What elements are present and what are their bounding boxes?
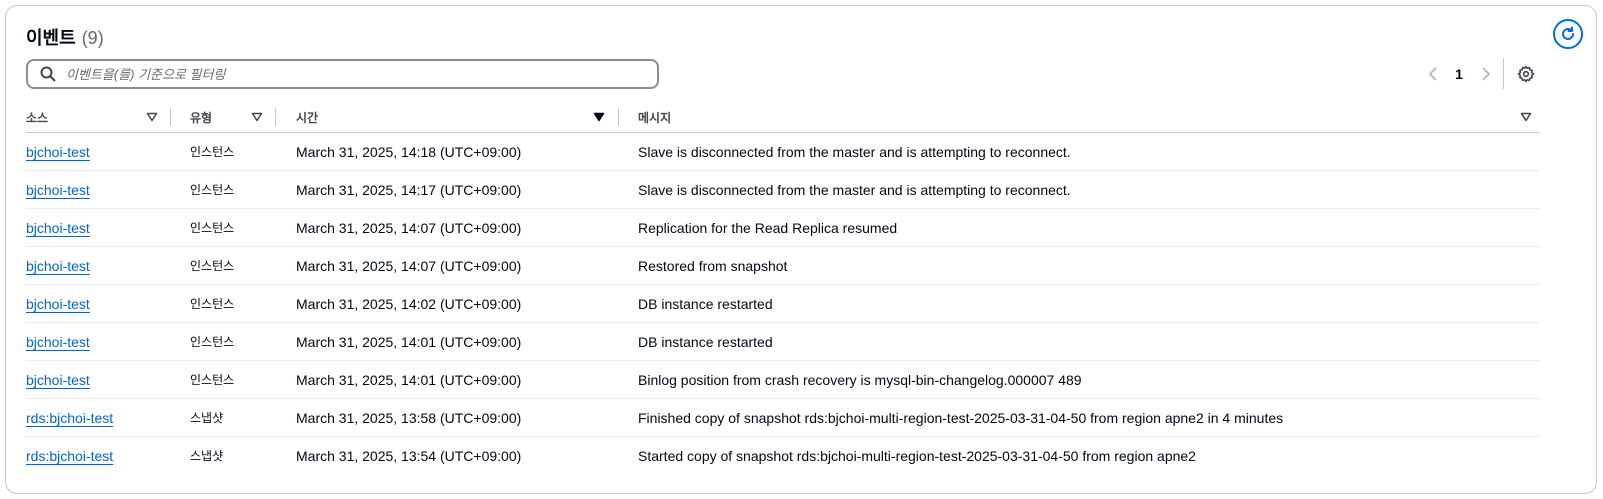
events-panel: 이벤트 (9) 1 소 [5, 5, 1597, 494]
column-header-label: 메시지 [638, 110, 672, 125]
events-table-body: bjchoi-test 인스턴스 March 31, 2025, 14:18 (… [26, 133, 1540, 474]
source-link[interactable]: bjchoi-test [26, 296, 90, 312]
type-cell: 스냅샷 [190, 411, 224, 425]
refresh-icon [1562, 26, 1574, 40]
column-header-type[interactable]: 유형 [190, 102, 212, 132]
table-header: 소스 유형 시간 메시지 [26, 102, 1540, 133]
caret-down-icon[interactable] [1520, 112, 1532, 122]
table-row: bjchoi-test 인스턴스 March 31, 2025, 14:07 (… [26, 247, 1540, 285]
time-cell: March 31, 2025, 14:07 (UTC+09:00) [296, 219, 522, 236]
caret-down-icon[interactable] [146, 112, 158, 122]
message-cell: Slave is disconnected from the master an… [638, 181, 1071, 198]
message-cell: Replication for the Read Replica resumed [638, 219, 898, 236]
column-resizer[interactable] [275, 108, 276, 126]
time-cell: March 31, 2025, 13:58 (UTC+09:00) [296, 409, 522, 426]
source-link[interactable]: rds:bjchoi-test [26, 448, 113, 464]
column-header-label: 유형 [190, 110, 213, 125]
previous-page-button[interactable] [1425, 62, 1441, 86]
type-cell: 인스턴스 [190, 221, 235, 235]
time-cell: March 31, 2025, 14:07 (UTC+09:00) [296, 257, 522, 274]
time-cell: March 31, 2025, 14:17 (UTC+09:00) [296, 181, 522, 198]
table-row: bjchoi-test 인스턴스 March 31, 2025, 14:07 (… [26, 209, 1540, 247]
type-cell: 인스턴스 [190, 183, 235, 197]
column-resizer[interactable] [618, 108, 619, 126]
source-link[interactable]: rds:bjchoi-test [26, 410, 113, 426]
table-row: rds:bjchoi-test 스냅샷 March 31, 2025, 13:5… [26, 399, 1540, 437]
source-link[interactable]: bjchoi-test [26, 144, 90, 160]
chevron-left-icon [1429, 67, 1437, 81]
table-row: bjchoi-test 인스턴스 March 31, 2025, 14:17 (… [26, 171, 1540, 209]
source-link[interactable]: bjchoi-test [26, 372, 90, 388]
source-link[interactable]: bjchoi-test [26, 182, 90, 198]
search-input[interactable] [64, 65, 657, 83]
refresh-button[interactable] [1553, 19, 1583, 49]
caret-down-icon[interactable] [251, 112, 263, 122]
type-cell: 인스턴스 [190, 373, 235, 387]
search-field[interactable] [26, 59, 659, 89]
message-cell: Restored from snapshot [638, 257, 788, 274]
column-header-message[interactable]: 메시지 [638, 102, 671, 132]
type-cell: 인스턴스 [190, 335, 235, 349]
next-page-button[interactable] [1478, 62, 1494, 86]
message-cell: Binlog position from crash recovery is m… [638, 371, 1082, 388]
pagination-divider [1503, 58, 1504, 89]
message-cell: DB instance restarted [638, 295, 773, 312]
event-count: (9) [81, 28, 104, 48]
column-resizer[interactable] [170, 108, 171, 126]
panel-title: 이벤트 [26, 28, 76, 48]
source-link[interactable]: bjchoi-test [26, 334, 90, 350]
time-cell: March 31, 2025, 13:54 (UTC+09:00) [296, 447, 522, 464]
source-link[interactable]: bjchoi-test [26, 258, 90, 274]
message-cell: Slave is disconnected from the master an… [638, 143, 1071, 160]
message-cell: Finished copy of snapshot rds:bjchoi-mul… [638, 409, 1284, 426]
table-row: rds:bjchoi-test 스냅샷 March 31, 2025, 13:5… [26, 437, 1540, 474]
page-number-button[interactable]: 1 [1449, 62, 1469, 86]
time-cell: March 31, 2025, 14:01 (UTC+09:00) [296, 333, 522, 350]
caret-down-icon[interactable] [593, 112, 605, 122]
table-row: bjchoi-test 인스턴스 March 31, 2025, 14:18 (… [26, 133, 1540, 171]
time-cell: March 31, 2025, 14:01 (UTC+09:00) [296, 371, 522, 388]
gear-icon [1517, 65, 1535, 83]
column-header-source[interactable]: 소스 [26, 102, 48, 132]
table-row: bjchoi-test 인스턴스 March 31, 2025, 14:01 (… [26, 323, 1540, 361]
search-icon [40, 66, 56, 82]
type-cell: 인스턴스 [190, 259, 235, 273]
type-cell: 스냅샷 [190, 449, 224, 463]
chevron-right-icon [1482, 67, 1490, 81]
table-row: bjchoi-test 인스턴스 March 31, 2025, 14:01 (… [26, 361, 1540, 399]
table-row: bjchoi-test 인스턴스 March 31, 2025, 14:02 (… [26, 285, 1540, 323]
type-cell: 인스턴스 [190, 145, 235, 159]
preferences-button[interactable] [1515, 63, 1537, 85]
message-cell: Started copy of snapshot rds:bjchoi-mult… [638, 447, 1196, 464]
source-link[interactable]: bjchoi-test [26, 220, 90, 236]
message-cell: DB instance restarted [638, 333, 773, 350]
type-cell: 인스턴스 [190, 297, 235, 311]
time-cell: March 31, 2025, 14:18 (UTC+09:00) [296, 143, 522, 160]
time-cell: March 31, 2025, 14:02 (UTC+09:00) [296, 295, 522, 312]
column-header-time[interactable]: 시간 [296, 102, 318, 132]
column-header-label: 소스 [26, 110, 49, 125]
panel-header: 이벤트 (9) [26, 24, 104, 54]
column-header-label: 시간 [296, 110, 319, 125]
